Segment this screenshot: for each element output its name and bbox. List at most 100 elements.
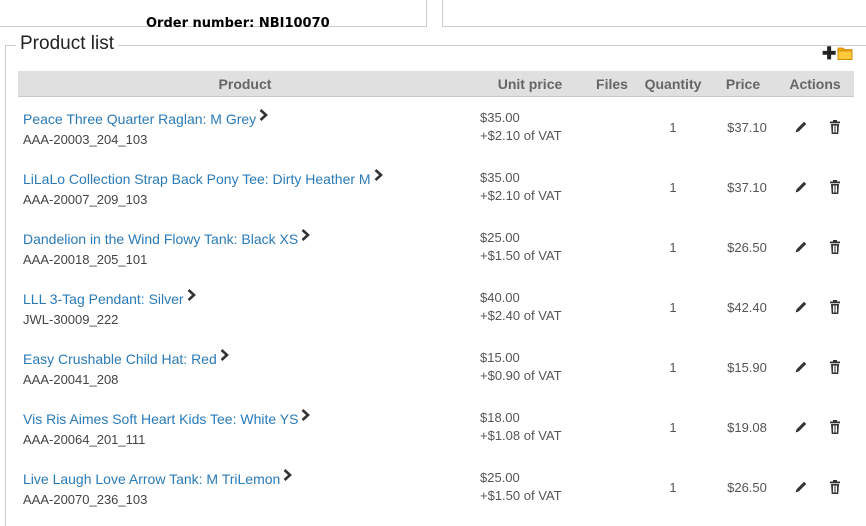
- product-cell: LiLaLo Collection Strap Back Pony Tee: D…: [18, 157, 472, 217]
- actions-cell: [776, 337, 854, 397]
- unit-price-cell: $40.00 +$2.40 of VAT: [472, 277, 588, 337]
- actions-cell: [776, 457, 854, 517]
- product-cell: Vis Ris Aimes Soft Heart Kids Tee: White…: [18, 397, 472, 457]
- pencil-icon[interactable]: [793, 479, 809, 495]
- header-quantity[interactable]: Quantity: [636, 71, 710, 97]
- unit-price-cell: $25.00 +$1.50 of VAT: [472, 457, 588, 517]
- chevron-right-icon[interactable]: [301, 408, 311, 421]
- product-sku: AAA-20064_201_111: [23, 431, 146, 447]
- files-cell: [588, 397, 636, 457]
- table-header-row: Product Unit price Files Quantity Price …: [18, 71, 854, 97]
- pencil-icon[interactable]: [793, 119, 809, 135]
- unit-price-cell: $35.00 +$2.10 of VAT: [472, 157, 588, 217]
- chevron-right-icon[interactable]: [283, 468, 293, 481]
- product-cell: Live Laugh Love Arrow Tank: M TriLemon A…: [18, 457, 472, 517]
- product-link[interactable]: LLL 3-Tag Pendant: Silver: [23, 291, 184, 307]
- unit-price: $25.00: [480, 230, 520, 245]
- table-row: Peace Three Quarter Raglan: M Grey AAA-2…: [18, 97, 854, 158]
- trash-icon[interactable]: [827, 179, 843, 195]
- vat-amount: +$1.08 of VAT: [480, 428, 562, 443]
- chevron-right-icon[interactable]: [301, 228, 311, 241]
- unit-price: $35.00: [480, 110, 520, 125]
- unit-price-cell: $35.00 +$2.10 of VAT: [472, 97, 588, 158]
- unit-price: $40.00: [480, 290, 520, 305]
- product-sku: AAA-20007_209_103: [23, 191, 148, 207]
- header-price[interactable]: Price: [710, 71, 776, 97]
- product-link[interactable]: Vis Ris Aimes Soft Heart Kids Tee: White…: [23, 411, 298, 427]
- quantity-cell: 1: [669, 179, 677, 195]
- files-cell: [588, 457, 636, 517]
- price-cell: $15.90: [727, 359, 767, 375]
- table-row: Vis Ris Aimes Soft Heart Kids Tee: White…: [18, 397, 854, 457]
- product-list-title: Product list: [16, 33, 118, 55]
- top-panel-right: [442, 0, 866, 27]
- chevron-right-icon[interactable]: [259, 108, 269, 121]
- table-row: LiLaLo Collection Strap Back Pony Tee: D…: [18, 157, 854, 217]
- quantity-cell: 1: [669, 299, 677, 315]
- vat-amount: +$2.10 of VAT: [480, 128, 562, 143]
- files-cell: [588, 97, 636, 158]
- files-cell: [588, 277, 636, 337]
- trash-icon[interactable]: [827, 359, 843, 375]
- files-cell: [588, 217, 636, 277]
- pencil-icon[interactable]: [793, 299, 809, 315]
- unit-price: $35.00: [480, 170, 520, 185]
- chevron-right-icon[interactable]: [187, 288, 196, 301]
- product-table: Product Unit price Files Quantity Price …: [18, 71, 854, 517]
- trash-icon[interactable]: [827, 299, 843, 315]
- price-cell: $26.50: [727, 479, 767, 495]
- product-link[interactable]: Live Laugh Love Arrow Tank: M TriLemon: [23, 471, 280, 487]
- actions-cell: [776, 397, 854, 457]
- trash-icon[interactable]: [827, 239, 843, 255]
- files-cell: [588, 157, 636, 217]
- vat-amount: +$1.50 of VAT: [480, 248, 562, 263]
- quantity-cell: 1: [669, 479, 677, 495]
- trash-icon[interactable]: [827, 119, 843, 135]
- product-link[interactable]: Easy Crushable Child Hat: Red: [23, 351, 217, 367]
- quantity-cell: 1: [669, 239, 677, 255]
- folder-icon[interactable]: [837, 45, 853, 66]
- price-cell: $37.10: [727, 119, 767, 135]
- order-number: Order number: NBI10070: [146, 16, 330, 31]
- table-row: LLL 3-Tag Pendant: Silver JWL-30009_222 …: [18, 277, 854, 337]
- price-cell: $42.40: [727, 299, 767, 315]
- product-link[interactable]: LiLaLo Collection Strap Back Pony Tee: D…: [23, 171, 371, 187]
- plus-icon[interactable]: ✚: [822, 45, 836, 63]
- product-sku: AAA-20041_208: [23, 371, 119, 387]
- quantity-cell: 1: [669, 119, 677, 135]
- unit-price-cell: $15.00 +$0.90 of VAT: [472, 337, 588, 397]
- table-row: Live Laugh Love Arrow Tank: M TriLemon A…: [18, 457, 854, 517]
- pencil-icon[interactable]: [793, 359, 809, 375]
- actions-cell: [776, 217, 854, 277]
- chevron-right-icon[interactable]: [220, 348, 229, 361]
- unit-price: $25.00: [480, 470, 520, 485]
- product-link[interactable]: Peace Three Quarter Raglan: M Grey: [23, 111, 256, 127]
- product-link[interactable]: Dandelion in the Wind Flowy Tank: Black …: [23, 231, 298, 247]
- header-unit-price[interactable]: Unit price: [472, 71, 588, 97]
- trash-icon[interactable]: [827, 479, 843, 495]
- header-product[interactable]: Product: [18, 71, 472, 97]
- product-sku: JWL-30009_222: [23, 311, 119, 327]
- product-sku: AAA-20070_236_103: [23, 491, 148, 507]
- pencil-icon[interactable]: [793, 179, 809, 195]
- trash-icon[interactable]: [827, 419, 843, 435]
- unit-price: $18.00: [480, 410, 520, 425]
- unit-price: $15.00: [480, 350, 520, 365]
- pencil-icon[interactable]: [793, 419, 809, 435]
- unit-price-cell: $18.00 +$1.08 of VAT: [472, 397, 588, 457]
- price-cell: $19.08: [727, 419, 767, 435]
- vat-amount: +$2.40 of VAT: [480, 308, 562, 323]
- quantity-cell: 1: [669, 359, 677, 375]
- table-row: Easy Crushable Child Hat: Red AAA-20041_…: [18, 337, 854, 397]
- header-actions: Actions: [776, 71, 854, 97]
- pencil-icon[interactable]: [793, 239, 809, 255]
- chevron-right-icon[interactable]: [374, 168, 383, 181]
- quantity-cell: 1: [669, 419, 677, 435]
- product-cell: Dandelion in the Wind Flowy Tank: Black …: [18, 217, 472, 277]
- header-files[interactable]: Files: [588, 71, 636, 97]
- product-cell: Peace Three Quarter Raglan: M Grey AAA-2…: [18, 97, 472, 158]
- files-cell: [588, 337, 636, 397]
- table-row: Dandelion in the Wind Flowy Tank: Black …: [18, 217, 854, 277]
- price-cell: $37.10: [727, 179, 767, 195]
- product-sku: AAA-20018_205_101: [23, 251, 148, 267]
